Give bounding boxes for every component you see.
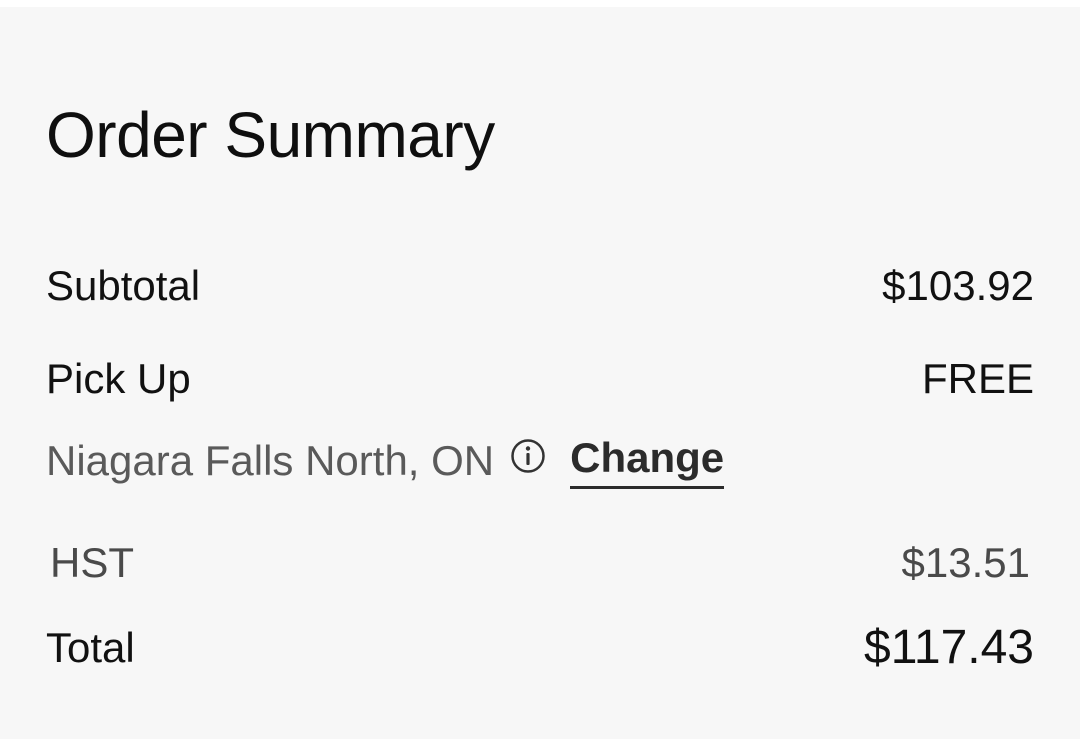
subtotal-value: $103.92	[882, 262, 1034, 309]
hst-row: HST $13.51	[50, 537, 1030, 589]
pickup-store-line: Niagara Falls North, ON Change	[46, 432, 725, 489]
pickup-value: FREE	[921, 355, 1034, 402]
info-circle-icon[interactable]	[510, 438, 546, 474]
hst-value: $13.51	[901, 539, 1030, 586]
hst-label: HST	[50, 539, 134, 586]
pickup-label: Pick Up	[46, 355, 191, 402]
pickup-row: Pick Up FREE	[46, 353, 1034, 405]
change-store-link[interactable]: Change	[570, 432, 725, 489]
subtotal-row: Subtotal $103.92	[46, 260, 1034, 312]
order-summary-panel: Order Summary Subtotal $103.92 Pick Up F…	[0, 7, 1080, 739]
total-row: Total $117.43	[46, 619, 1034, 677]
pickup-store-name: Niagara Falls North, ON	[46, 436, 495, 484]
total-value: $117.43	[864, 621, 1034, 674]
total-label: Total	[46, 624, 135, 671]
order-summary-title: Order Summary	[46, 99, 495, 171]
subtotal-label: Subtotal	[46, 262, 201, 309]
